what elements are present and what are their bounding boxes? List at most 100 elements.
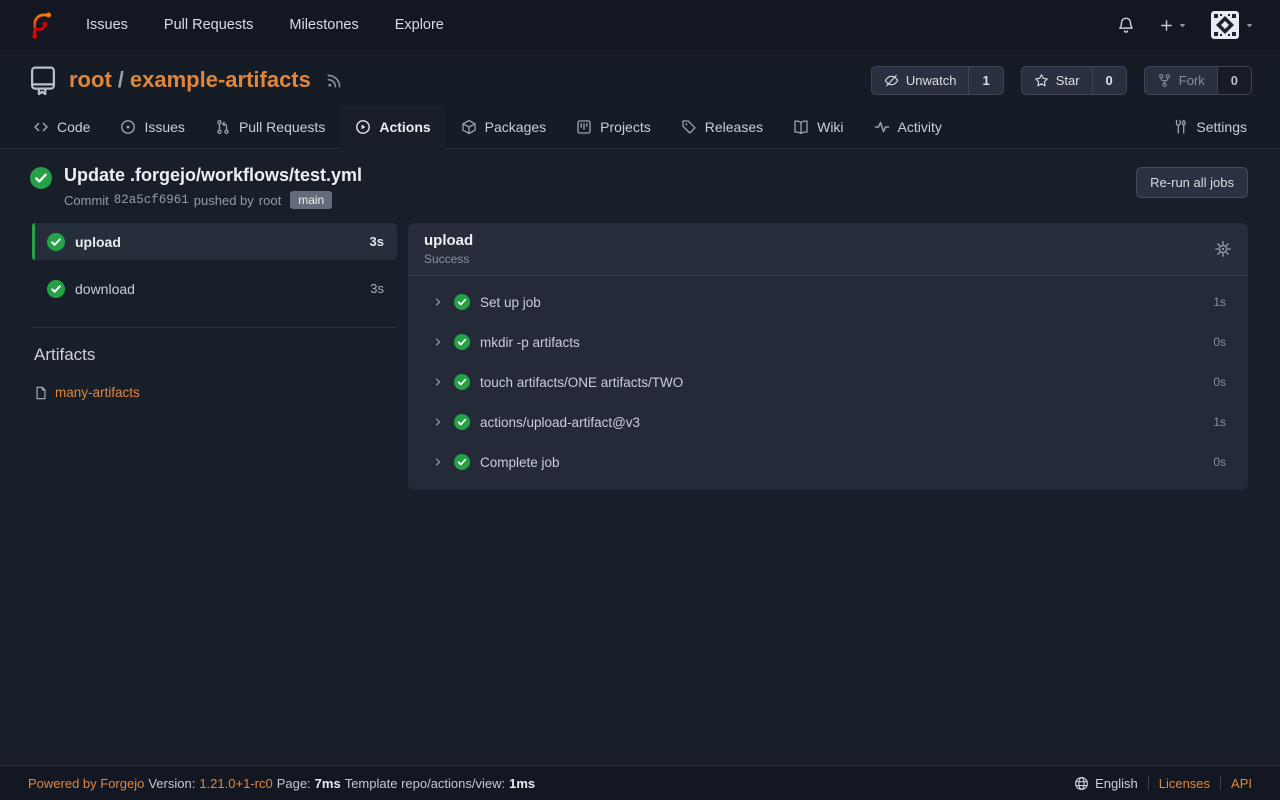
job-duration: 3s [370,234,384,249]
job-status: Success [424,252,473,266]
template-time-label: Template repo/actions/view: [345,776,505,791]
tab-code[interactable]: Code [18,105,105,148]
job-duration: 3s [370,281,384,296]
tab-label: Releases [705,119,763,135]
commit-sha: 82a5cf6961 [114,193,189,207]
powered-by-forgejo-link[interactable]: Powered by Forgejo [28,776,144,791]
watchers-count[interactable]: 1 [968,67,1002,94]
chevron-right-icon [432,376,444,388]
notifications-bell-icon[interactable] [1117,16,1135,34]
step-row-mkdir[interactable]: mkdir -p artifacts 0s [408,322,1248,362]
artifact-link-many-artifacts[interactable]: many-artifacts [34,385,397,400]
version-value[interactable]: 1.21.0+1-rc0 [199,776,272,791]
job-options-gear-icon[interactable] [1214,240,1232,258]
stars-count[interactable]: 0 [1092,67,1126,94]
tab-releases[interactable]: Releases [666,105,778,148]
tab-packages[interactable]: Packages [446,105,561,148]
run-info: Update .forgejo/workflows/test.yml Commi… [64,165,362,209]
artifact-name: many-artifacts [55,385,140,400]
pulse-icon [874,119,890,135]
chevron-right-icon [432,336,444,348]
globe-icon [1074,776,1089,791]
tab-settings[interactable]: Settings [1157,105,1262,148]
navbar-links: Issues Pull Requests Milestones Explore [86,17,444,33]
star-button[interactable]: Star [1022,67,1092,94]
sidebar-divider [32,327,397,328]
navbar-right [1117,11,1254,39]
tab-actions[interactable]: Actions [340,105,445,149]
star-label: Star [1056,73,1080,88]
tab-issues[interactable]: Issues [105,105,199,148]
rerun-all-jobs-button[interactable]: Re-run all jobs [1136,167,1248,198]
tab-label: Issues [144,119,184,135]
template-time-value: 1ms [509,776,535,791]
language-selector[interactable]: English [1074,776,1138,791]
active-job-indicator [32,223,35,260]
tab-label: Packages [485,119,546,135]
repo-separator: / [118,67,124,93]
commit-author: root [259,193,281,208]
job-item-download[interactable]: download 3s [32,270,397,307]
step-row-upload-artifact[interactable]: actions/upload-artifact@v3 1s [408,402,1248,442]
tab-projects[interactable]: Projects [561,105,666,148]
tab-wiki[interactable]: Wiki [778,105,858,148]
avatar [1211,11,1239,39]
file-icon [34,386,48,400]
user-avatar-menu[interactable] [1211,11,1254,39]
nav-link-issues[interactable]: Issues [86,17,128,33]
run-header: Update .forgejo/workflows/test.yml Commi… [0,149,1280,215]
chevron-right-icon [432,416,444,428]
nav-link-milestones[interactable]: Milestones [289,17,358,33]
book-icon [793,119,809,135]
step-row-complete-job[interactable]: Complete job 0s [408,442,1248,482]
branch-badge[interactable]: main [290,191,332,209]
issue-circle-icon [120,119,136,135]
tab-label: Actions [379,119,430,135]
job-detail-titles: upload Success [424,232,473,266]
step-duration: 1s [1213,415,1226,429]
licenses-link[interactable]: Licenses [1159,776,1210,791]
code-icon [33,119,49,135]
job-item-upload[interactable]: upload 3s [32,223,397,260]
version-label: Version: [148,776,195,791]
job-detail-header: upload Success [408,223,1248,276]
api-link[interactable]: API [1231,776,1252,791]
job-steps-list: Set up job 1s mkdir -p artifacts 0s touc… [408,276,1248,490]
jobs-sidebar: upload 3s download 3s Artifacts many-art… [32,223,397,400]
top-navbar: Issues Pull Requests Milestones Explore [0,0,1280,50]
success-check-icon [454,334,470,350]
chevron-right-icon [432,296,444,308]
forgejo-logo[interactable] [26,10,56,40]
repo-tab-bar: Code Issues Pull Requests Actions [0,105,1280,149]
repo-name-link[interactable]: example-artifacts [130,67,311,93]
run-columns: upload 3s download 3s Artifacts many-art… [0,215,1280,490]
nav-link-explore[interactable]: Explore [395,17,444,33]
step-name: Complete job [480,455,560,470]
unwatch-button[interactable]: Unwatch [872,67,969,94]
success-check-icon [30,167,52,189]
tab-pull-requests[interactable]: Pull Requests [200,105,340,148]
create-new-button[interactable] [1159,18,1187,33]
job-name: download [75,281,135,297]
page-time-label: Page: [277,776,311,791]
page-time-value: 7ms [315,776,341,791]
rss-icon[interactable] [326,72,343,89]
unwatch-label: Unwatch [906,73,957,88]
tab-label: Settings [1196,119,1247,135]
step-row-set-up-job[interactable]: Set up job 1s [408,282,1248,322]
nav-link-pull-requests[interactable]: Pull Requests [164,17,253,33]
language-label: English [1095,776,1138,791]
repo-header: root / example-artifacts Unwatch 1 [0,50,1280,105]
forks-count[interactable]: 0 [1217,67,1251,94]
step-name: touch artifacts/ONE artifacts/TWO [480,375,683,390]
fork-label: Fork [1179,73,1205,88]
tab-activity[interactable]: Activity [859,105,957,148]
repo-owner-link[interactable]: root [69,67,112,93]
fork-button[interactable]: Fork [1145,67,1217,94]
success-check-icon [454,414,470,430]
chevron-down-icon [1245,21,1254,30]
artifacts-heading: Artifacts [34,345,397,365]
step-row-touch[interactable]: touch artifacts/ONE artifacts/TWO 0s [408,362,1248,402]
tab-label: Activity [898,119,942,135]
actions-run-view: Update .forgejo/workflows/test.yml Commi… [0,149,1280,490]
